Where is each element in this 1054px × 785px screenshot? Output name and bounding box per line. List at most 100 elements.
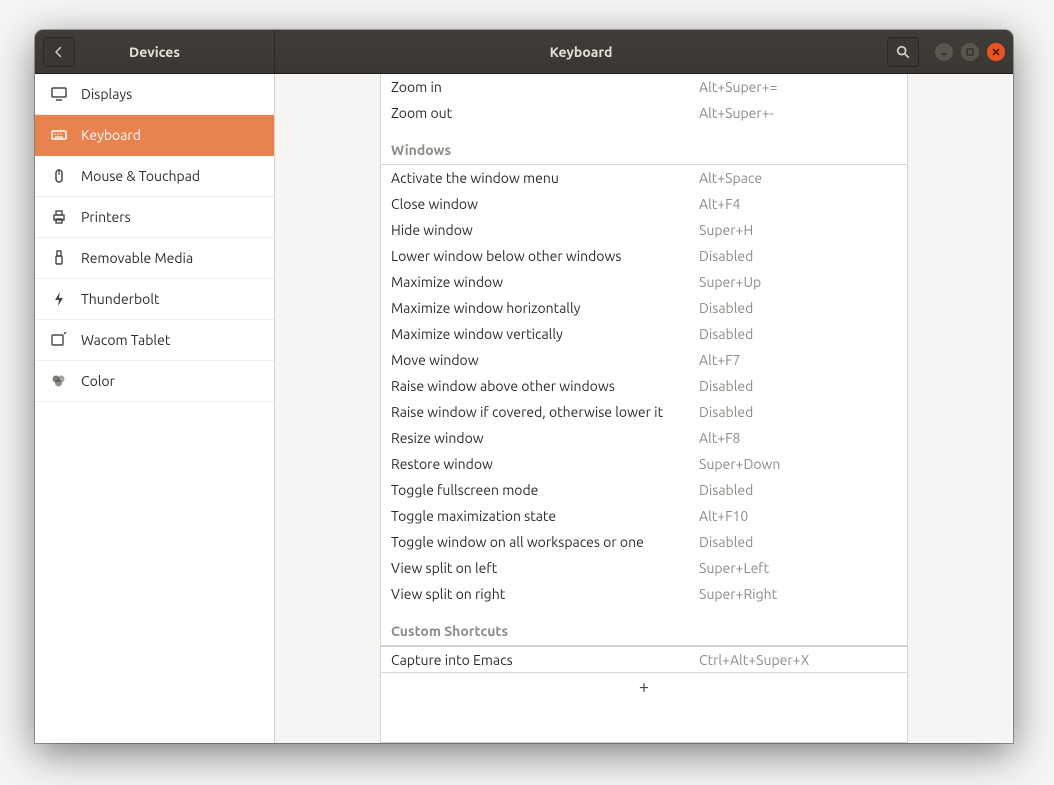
shortcuts-panel: Zoom inAlt+Super+=Zoom outAlt+Super+-Win…	[380, 74, 908, 743]
shortcut-value: Super+Down	[699, 456, 780, 472]
sidebar-item-label: Printers	[81, 209, 131, 225]
shortcut-label: View split on left	[391, 560, 699, 576]
close-button[interactable]	[987, 43, 1005, 61]
shortcut-row[interactable]: Toggle maximization stateAlt+F10	[381, 503, 907, 529]
chevron-left-icon	[53, 46, 65, 58]
titlebar: Devices Keyboard	[35, 30, 1013, 74]
shortcut-row[interactable]: Close windowAlt+F4	[381, 191, 907, 217]
sidebar-item-thunderbolt[interactable]: Thunderbolt	[35, 279, 274, 320]
shortcut-value: Alt+F4	[699, 196, 740, 212]
mouse-icon	[51, 168, 67, 184]
shortcut-label: Resize window	[391, 430, 699, 446]
section-header: Custom Shortcuts	[381, 607, 907, 646]
shortcut-value: Super+Right	[699, 586, 777, 602]
sidebar-item-color[interactable]: Color	[35, 361, 274, 402]
sidebar-item-label: Thunderbolt	[81, 291, 160, 307]
close-icon	[992, 48, 1000, 56]
shortcut-value: Disabled	[699, 300, 753, 316]
section-header: Windows	[381, 126, 907, 165]
shortcut-label: Close window	[391, 196, 699, 212]
shortcut-row[interactable]: Maximize windowSuper+Up	[381, 269, 907, 295]
shortcut-value: Alt+F8	[699, 430, 740, 446]
window-body: Displays Keyboard Mouse & Touchpad Printers…	[35, 74, 1013, 743]
shortcut-value: Disabled	[699, 378, 753, 394]
shortcut-row[interactable]: Move windowAlt+F7	[381, 347, 907, 373]
main-content[interactable]: Zoom inAlt+Super+=Zoom outAlt+Super+-Win…	[275, 74, 1013, 743]
sidebar-item-removable-media[interactable]: Removable Media	[35, 238, 274, 279]
keyboard-icon	[51, 127, 67, 143]
shortcut-row[interactable]: Hide windowSuper+H	[381, 217, 907, 243]
maximize-icon	[966, 48, 974, 56]
shortcut-row[interactable]: Lower window below other windowsDisabled	[381, 243, 907, 269]
shortcut-value: Alt+F7	[699, 352, 740, 368]
search-icon	[896, 45, 910, 59]
sidebar-item-displays[interactable]: Displays	[35, 74, 274, 115]
sidebar-item-wacom-tablet[interactable]: Wacom Tablet	[35, 320, 274, 361]
shortcut-label: Toggle fullscreen mode	[391, 482, 699, 498]
shortcut-label: Lower window below other windows	[391, 248, 699, 264]
shortcut-value: Disabled	[699, 248, 753, 264]
shortcut-value: Ctrl+Alt+Super+X	[699, 652, 809, 668]
shortcut-label: Maximize window vertically	[391, 326, 699, 342]
shortcut-row[interactable]: Raise window if covered, otherwise lower…	[381, 399, 907, 425]
shortcut-value: Super+Left	[699, 560, 769, 576]
sidebar: Displays Keyboard Mouse & Touchpad Printers…	[35, 74, 275, 743]
printer-icon	[51, 209, 67, 225]
minimize-icon	[940, 48, 948, 56]
shortcut-label: Capture into Emacs	[391, 652, 699, 668]
shortcut-row[interactable]: View split on rightSuper+Right	[381, 581, 907, 607]
shortcut-row[interactable]: Capture into EmacsCtrl+Alt+Super+X	[381, 646, 907, 672]
shortcut-value: Disabled	[699, 326, 753, 342]
shortcut-value: Disabled	[699, 534, 753, 550]
shortcut-label: Toggle window on all workspaces or one	[391, 534, 699, 550]
settings-window: Devices Keyboard Displays Keyboard Mouse &…	[35, 30, 1013, 743]
shortcut-row[interactable]: Zoom outAlt+Super+-	[381, 100, 907, 126]
sidebar-item-label: Removable Media	[81, 250, 193, 266]
shortcut-label: Activate the window menu	[391, 170, 699, 186]
sidebar-item-label: Displays	[81, 86, 132, 102]
back-button[interactable]	[43, 37, 75, 67]
shortcut-label: Toggle maximization state	[391, 508, 699, 524]
shortcut-row[interactable]: Maximize window verticallyDisabled	[381, 321, 907, 347]
shortcut-row[interactable]: Raise window above other windowsDisabled	[381, 373, 907, 399]
shortcut-value: Alt+Super+-	[699, 105, 774, 121]
shortcut-label: Raise window if covered, otherwise lower…	[391, 404, 699, 420]
shortcut-value: Super+Up	[699, 274, 761, 290]
shortcut-row[interactable]: Restore windowSuper+Down	[381, 451, 907, 477]
titlebar-center-title: Keyboard	[275, 30, 887, 73]
thunderbolt-icon	[51, 291, 67, 307]
shortcut-value: Super+H	[699, 222, 753, 238]
shortcut-label: Zoom out	[391, 105, 699, 121]
tablet-icon	[51, 332, 67, 348]
shortcut-row[interactable]: Maximize window horizontallyDisabled	[381, 295, 907, 321]
minimize-button[interactable]	[935, 43, 953, 61]
shortcut-label: Move window	[391, 352, 699, 368]
shortcut-row[interactable]: Toggle fullscreen modeDisabled	[381, 477, 907, 503]
sidebar-item-keyboard[interactable]: Keyboard	[35, 115, 274, 156]
sidebar-item-mouse-touchpad[interactable]: Mouse & Touchpad	[35, 156, 274, 197]
add-shortcut-button[interactable]: +	[381, 672, 907, 700]
shortcut-row[interactable]: Resize windowAlt+F8	[381, 425, 907, 451]
titlebar-right	[887, 30, 1013, 73]
sidebar-item-printers[interactable]: Printers	[35, 197, 274, 238]
shortcut-label: Zoom in	[391, 79, 699, 95]
sidebar-item-label: Color	[81, 373, 115, 389]
window-controls	[935, 43, 1005, 61]
shortcut-value: Disabled	[699, 404, 753, 420]
shortcut-row[interactable]: Toggle window on all workspaces or oneDi…	[381, 529, 907, 555]
titlebar-left: Devices	[35, 30, 275, 73]
display-icon	[51, 86, 67, 102]
search-button[interactable]	[887, 37, 919, 67]
shortcut-label: Restore window	[391, 456, 699, 472]
maximize-button[interactable]	[961, 43, 979, 61]
shortcut-row[interactable]: Activate the window menuAlt+Space	[381, 165, 907, 191]
shortcut-label: Raise window above other windows	[391, 378, 699, 394]
color-icon	[51, 373, 67, 389]
sidebar-item-label: Wacom Tablet	[81, 332, 170, 348]
shortcut-row[interactable]: Zoom inAlt+Super+=	[381, 74, 907, 100]
shortcut-label: Maximize window	[391, 274, 699, 290]
shortcut-label: Maximize window horizontally	[391, 300, 699, 316]
shortcut-value: Alt+Space	[699, 170, 762, 186]
sidebar-item-label: Keyboard	[81, 127, 141, 143]
shortcut-row[interactable]: View split on leftSuper+Left	[381, 555, 907, 581]
